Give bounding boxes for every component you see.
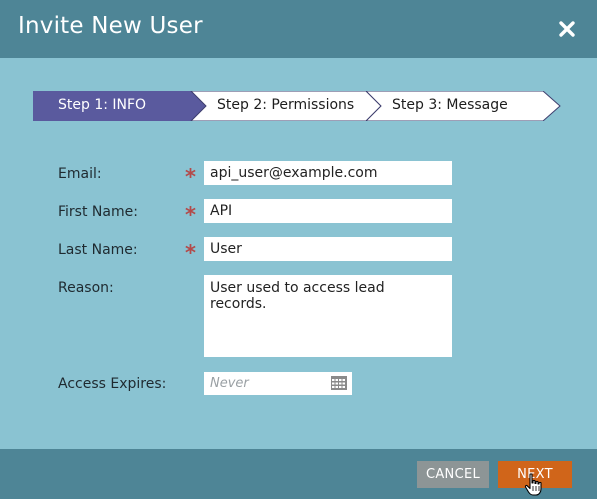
access-expires-input[interactable] — [204, 372, 328, 395]
access-expires-field — [204, 372, 352, 395]
email-label: Email: — [58, 166, 102, 182]
reason-textarea[interactable]: User used to access lead records. — [204, 275, 452, 357]
hand-cursor-icon — [524, 473, 542, 496]
email-field[interactable] — [204, 161, 452, 185]
wizard-steps: Step 1: INFO Step 2: Permissions Step 3:… — [33, 91, 561, 121]
calendar-icon[interactable] — [331, 376, 347, 390]
cancel-button[interactable]: CANCEL — [417, 461, 489, 488]
access-expires-label: Access Expires: — [58, 376, 167, 392]
first-name-required-mark: * — [185, 203, 196, 227]
first-name-label: First Name: — [58, 204, 138, 220]
tab-step-info[interactable]: Step 1: INFO — [58, 97, 146, 113]
tab-step-message[interactable]: Step 3: Message — [392, 97, 508, 113]
dialog-titlebar: Invite New User — [0, 0, 597, 58]
email-required-mark: * — [185, 165, 196, 189]
invite-user-dialog: Invite New User Step 1: INFO Step 2: Per… — [0, 0, 597, 499]
dialog-title: Invite New User — [18, 13, 203, 39]
last-name-required-mark: * — [185, 241, 196, 265]
reason-label: Reason: — [58, 280, 114, 296]
tab-step-permissions[interactable]: Step 2: Permissions — [217, 97, 354, 113]
last-name-label: Last Name: — [58, 242, 138, 258]
close-icon[interactable] — [557, 19, 577, 39]
first-name-field[interactable] — [204, 199, 452, 223]
last-name-field[interactable] — [204, 237, 452, 261]
